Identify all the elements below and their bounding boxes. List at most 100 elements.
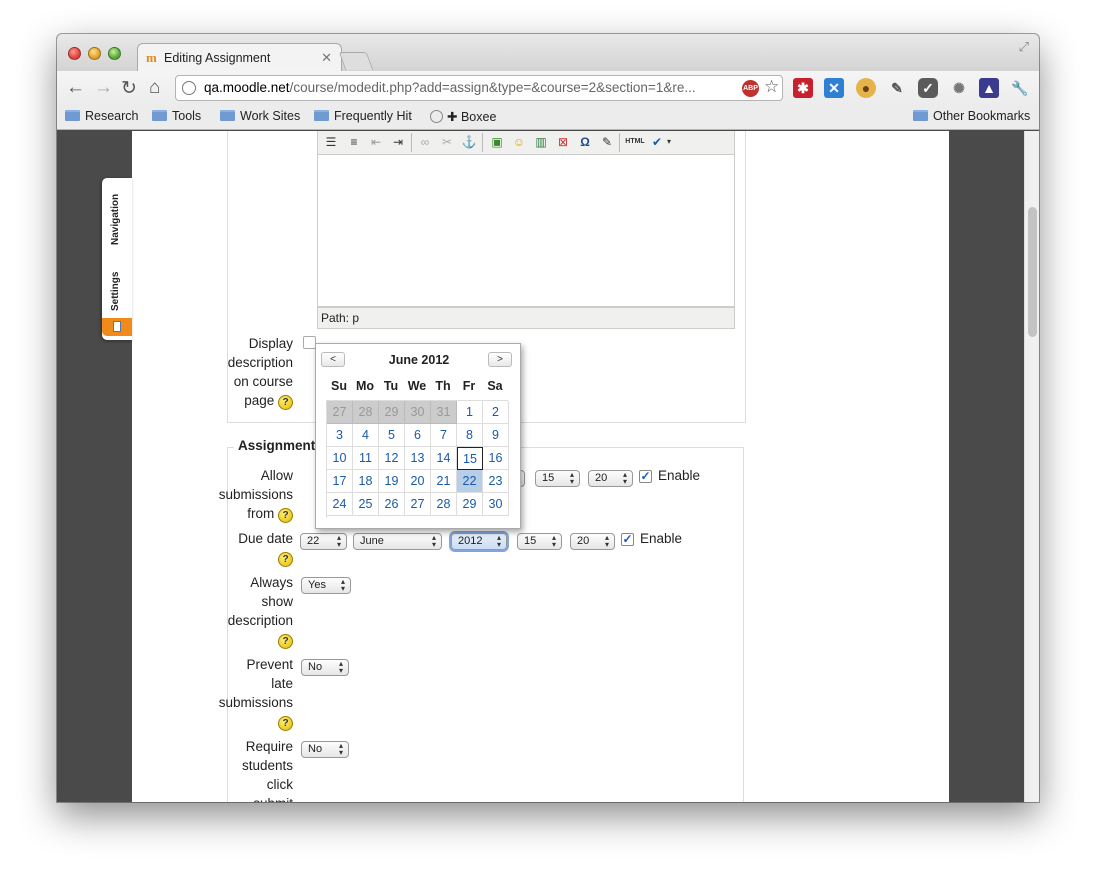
due-enable-checkbox[interactable]: ✓ — [621, 533, 634, 546]
calendar-day[interactable]: 10 — [327, 447, 353, 470]
bookmark-boxee[interactable]: ✚ Boxee — [430, 109, 496, 124]
calendar-day[interactable]: 30 — [483, 493, 509, 516]
calendar-day[interactable]: 18 — [353, 470, 379, 493]
calendar-day[interactable]: 9 — [483, 424, 509, 447]
reload-icon[interactable]: ↻ — [121, 77, 137, 100]
page-scrollbar[interactable] — [1024, 131, 1039, 802]
html-source-icon[interactable]: HTML — [624, 134, 646, 150]
due-minute-select[interactable]: 20 ▴ ▾ — [570, 533, 615, 550]
calendar-day[interactable]: 11 — [353, 447, 379, 470]
due-day-select[interactable]: 22 ▴ ▾ — [300, 533, 347, 550]
help-icon[interactable]: ? — [278, 716, 293, 731]
calendar-day[interactable]: 2 — [483, 401, 509, 424]
help-icon[interactable]: ? — [278, 552, 293, 567]
emoticon-icon[interactable]: ☺ — [510, 134, 528, 150]
bookmark-folder-tools[interactable]: Tools — [152, 109, 201, 123]
always-show-select[interactable]: Yes ▴ ▾ — [301, 577, 351, 594]
calendar-day[interactable]: 1 — [457, 401, 483, 424]
spellcheck-dropdown-icon[interactable]: ▾ — [664, 134, 674, 150]
minimize-window-button[interactable] — [88, 47, 101, 60]
lastpass-extension-icon[interactable]: ✱ — [793, 78, 813, 98]
calendar-day[interactable]: 21 — [431, 470, 457, 493]
xmarks-extension-icon[interactable]: ✕ — [824, 78, 844, 98]
calendar-day[interactable]: 6 — [405, 424, 431, 447]
indent-icon[interactable]: ⇥ — [389, 134, 407, 150]
bookmark-extension-icon[interactable]: ▲ — [979, 78, 999, 98]
forward-arrow-icon[interactable]: → — [94, 77, 113, 99]
calendar-day[interactable]: 23 — [483, 470, 509, 493]
nolink-icon[interactable]: ⊠ — [554, 134, 572, 150]
dock-navigation-tab[interactable]: Navigation — [110, 194, 121, 245]
adblock-icon[interactable]: ABP — [742, 80, 759, 97]
calendar-day[interactable]: 29 — [457, 493, 483, 516]
unlink-icon[interactable]: ✂ — [438, 134, 456, 150]
calendar-day[interactable]: 26 — [379, 493, 405, 516]
help-icon[interactable]: ? — [278, 634, 293, 649]
numbered-list-icon[interactable]: ≡ — [345, 134, 363, 150]
eyedropper-extension-icon[interactable]: ✎ — [887, 78, 907, 98]
scrollbar-thumb[interactable] — [1028, 207, 1037, 337]
due-date-label: Due date ? — [162, 529, 293, 567]
bookmark-label: Research — [85, 109, 139, 123]
calendar-day[interactable]: 17 — [327, 470, 353, 493]
calendar-day[interactable]: 8 — [457, 424, 483, 447]
back-arrow-icon[interactable]: ← — [66, 77, 85, 99]
calendar-day[interactable]: 28 — [431, 493, 457, 516]
bookmark-folder-other[interactable]: Other Bookmarks — [913, 109, 1030, 123]
prevent-late-select[interactable]: No ▴ ▾ — [301, 659, 349, 676]
calendar-day[interactable]: 3 — [327, 424, 353, 447]
require-click-select[interactable]: No ▴ ▾ — [301, 741, 349, 758]
new-tab-button[interactable] — [338, 52, 374, 70]
image-icon[interactable]: ▣ — [488, 134, 506, 150]
gear-extension-icon[interactable]: ✺ — [949, 78, 969, 98]
calendar-day[interactable]: 12 — [379, 447, 405, 470]
due-month-select[interactable]: June ▴ ▾ — [353, 533, 442, 550]
special-char-icon[interactable]: Ω — [576, 134, 594, 150]
help-icon[interactable]: ? — [278, 395, 293, 410]
bookmark-folder-frequently-hit[interactable]: Frequently Hit — [314, 109, 412, 123]
calendar-day[interactable]: 4 — [353, 424, 379, 447]
calendar-day[interactable]: 24 — [327, 493, 353, 516]
zoom-window-button[interactable] — [108, 47, 121, 60]
calendar-day[interactable]: 5 — [379, 424, 405, 447]
dock-toggle-button[interactable] — [102, 318, 132, 336]
help-icon[interactable]: ? — [278, 508, 293, 523]
bookmark-folder-research[interactable]: Research — [65, 109, 139, 123]
anchor-icon[interactable]: ⚓ — [460, 134, 478, 150]
allow-hour-select[interactable]: 15 ▴ ▾ — [535, 470, 580, 487]
bookmark-folder-work-sites[interactable]: Work Sites — [220, 109, 300, 123]
allow-minute-select[interactable]: 20 ▴ ▾ — [588, 470, 633, 487]
outdent-icon[interactable]: ⇤ — [367, 134, 385, 150]
media-icon[interactable]: ▥ — [532, 134, 550, 150]
calendar-day[interactable]: 27 — [405, 493, 431, 516]
calendar-day[interactable]: 7 — [431, 424, 457, 447]
calendar-day[interactable]: 25 — [353, 493, 379, 516]
due-year-select[interactable]: 2012 ▴ ▾ — [451, 533, 507, 550]
home-icon[interactable]: ⌂ — [149, 77, 160, 99]
close-window-button[interactable] — [68, 47, 81, 60]
calendar-day[interactable]: 14 — [431, 447, 457, 470]
dock-settings-tab[interactable]: Settings — [110, 272, 121, 311]
cookie-extension-icon[interactable]: ● — [856, 78, 876, 98]
allow-enable-checkbox[interactable]: ✓ — [639, 470, 652, 483]
browser-tab[interactable]: m Editing Assignment ✕ — [137, 43, 342, 72]
link-icon[interactable]: ∞ — [416, 134, 434, 150]
calendar-day[interactable]: 15 — [457, 447, 483, 470]
calendar-day[interactable]: 20 — [405, 470, 431, 493]
address-bar[interactable]: qa.moodle.net/course/modedit.php?add=ass… — [175, 75, 783, 101]
fullscreen-icon[interactable]: ⤢ — [1019, 39, 1029, 55]
calendar-day[interactable]: 22 — [457, 470, 483, 493]
description-editor[interactable] — [317, 155, 735, 307]
calendar-day[interactable]: 13 — [405, 447, 431, 470]
bookmark-star-icon[interactable]: ☆ — [764, 77, 779, 97]
pocket-extension-icon[interactable]: ✓ — [918, 78, 938, 98]
label-line: Due date — [238, 531, 293, 546]
bullet-list-icon[interactable]: ☰ — [322, 134, 340, 150]
calendar-day[interactable]: 16 — [483, 447, 509, 470]
calendar-day[interactable]: 19 — [379, 470, 405, 493]
wrench-icon[interactable]: 🔧 — [1010, 78, 1030, 98]
edit-icon[interactable]: ✎ — [598, 134, 616, 150]
due-hour-select[interactable]: 15 ▴ ▾ — [517, 533, 562, 550]
calendar-next-button[interactable]: > — [488, 352, 512, 367]
tab-close-icon[interactable]: ✕ — [321, 50, 332, 66]
